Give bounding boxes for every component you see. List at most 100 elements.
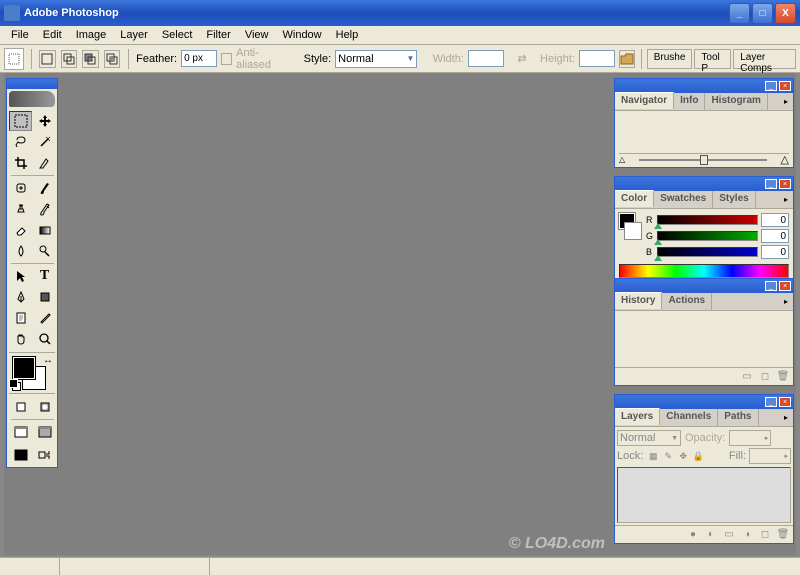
menu-select[interactable]: Select: [155, 27, 200, 43]
dodge-tool[interactable]: [33, 241, 56, 261]
standard-screen-mode-icon[interactable]: [9, 422, 32, 442]
selection-subtract-icon[interactable]: [82, 50, 99, 68]
notes-tool[interactable]: [9, 308, 32, 328]
nav-zoom-slider[interactable]: [639, 159, 766, 161]
palette-titlebar[interactable]: _ ×: [615, 279, 793, 293]
menu-help[interactable]: Help: [329, 27, 366, 43]
r-slider[interactable]: [657, 215, 758, 225]
layers-list[interactable]: [617, 467, 791, 523]
active-tool-preset[interactable]: [4, 48, 24, 70]
menu-edit[interactable]: Edit: [36, 27, 69, 43]
selection-intersect-icon[interactable]: [104, 50, 121, 68]
type-tool[interactable]: T: [33, 266, 56, 286]
tab-navigator[interactable]: Navigator: [615, 92, 674, 109]
healing-brush-tool[interactable]: [9, 178, 32, 198]
menu-view[interactable]: View: [238, 27, 276, 43]
palette-close-icon[interactable]: ×: [779, 179, 791, 189]
clone-stamp-tool[interactable]: [9, 199, 32, 219]
dock-tab-tool-presets[interactable]: Tool P: [694, 49, 731, 69]
palette-minimize-icon[interactable]: _: [765, 281, 777, 291]
blur-tool[interactable]: [9, 241, 32, 261]
selection-new-icon[interactable]: [39, 50, 56, 68]
gradient-tool[interactable]: [33, 220, 56, 240]
color-bg-swatch[interactable]: [625, 223, 641, 239]
menu-image[interactable]: Image: [69, 27, 114, 43]
navigator-preview[interactable]: △ △: [615, 111, 793, 167]
marquee-tool[interactable]: [9, 111, 32, 131]
default-colors-icon[interactable]: [9, 379, 21, 391]
status-info[interactable]: [60, 558, 210, 575]
palette-menu-icon[interactable]: ▸: [779, 293, 793, 310]
tab-paths[interactable]: Paths: [718, 409, 758, 426]
full-screen-mode-icon[interactable]: [9, 445, 32, 465]
zoom-tool[interactable]: [33, 329, 56, 349]
palette-titlebar[interactable]: _ ×: [615, 79, 793, 93]
brush-tool[interactable]: [33, 178, 56, 198]
swap-colors-icon[interactable]: ↔: [43, 355, 53, 366]
menu-file[interactable]: File: [4, 27, 36, 43]
palette-minimize-icon[interactable]: _: [765, 179, 777, 189]
dock-tab-layer-comps[interactable]: Layer Comps: [733, 49, 796, 69]
hand-tool[interactable]: [9, 329, 32, 349]
color-spectrum[interactable]: [619, 264, 789, 278]
menu-layer[interactable]: Layer: [113, 27, 155, 43]
palette-close-icon[interactable]: ×: [779, 81, 791, 91]
menu-window[interactable]: Window: [276, 27, 329, 43]
shape-tool[interactable]: [33, 287, 56, 307]
r-input[interactable]: [761, 213, 789, 227]
resize-grip[interactable]: [784, 558, 800, 574]
adjustment-layer-icon[interactable]: ◑: [739, 528, 755, 542]
file-browser-icon[interactable]: [619, 50, 635, 68]
delete-layer-icon[interactable]: 🗑: [775, 528, 791, 542]
palette-close-icon[interactable]: ×: [779, 281, 791, 291]
nav-zoom-out-icon[interactable]: △: [619, 155, 625, 164]
feather-input[interactable]: [181, 50, 217, 67]
foreground-color-swatch[interactable]: [13, 357, 35, 379]
tab-layers[interactable]: Layers: [615, 408, 660, 425]
palette-minimize-icon[interactable]: _: [765, 81, 777, 91]
palette-menu-icon[interactable]: ▸: [779, 93, 793, 110]
new-set-icon[interactable]: ▭: [721, 528, 737, 542]
lasso-tool[interactable]: [9, 132, 32, 152]
layer-style-icon[interactable]: ●: [685, 528, 701, 542]
new-layer-icon[interactable]: ◻: [757, 528, 773, 542]
dock-tab-brushes[interactable]: Brushe: [647, 49, 693, 69]
history-list[interactable]: [615, 311, 793, 367]
style-select[interactable]: Normal ▼: [335, 50, 417, 68]
delete-state-icon[interactable]: 🗑: [775, 370, 791, 384]
tab-history[interactable]: History: [615, 292, 662, 309]
pen-tool[interactable]: [9, 287, 32, 307]
menu-filter[interactable]: Filter: [199, 27, 237, 43]
standard-mode-icon[interactable]: [9, 397, 32, 417]
selection-add-icon[interactable]: [61, 50, 78, 68]
maximize-button[interactable]: □: [752, 3, 773, 24]
g-slider[interactable]: [657, 231, 758, 241]
history-brush-tool[interactable]: [33, 199, 56, 219]
g-input[interactable]: [761, 229, 789, 243]
palette-titlebar[interactable]: _ ×: [615, 395, 793, 409]
eyedropper-tool[interactable]: [33, 308, 56, 328]
magic-wand-tool[interactable]: [33, 132, 56, 152]
b-input[interactable]: [761, 245, 789, 259]
layer-mask-icon[interactable]: ◐: [703, 528, 719, 542]
slice-tool[interactable]: [33, 153, 56, 173]
tab-channels[interactable]: Channels: [660, 409, 718, 426]
tab-info[interactable]: Info: [674, 93, 705, 110]
jump-to-imageready-icon[interactable]: [32, 445, 55, 465]
minimize-button[interactable]: _: [729, 3, 750, 24]
nav-zoom-in-icon[interactable]: △: [781, 153, 789, 166]
palette-close-icon[interactable]: ×: [779, 397, 791, 407]
tab-color[interactable]: Color: [615, 190, 654, 207]
tab-swatches[interactable]: Swatches: [654, 191, 713, 208]
tab-histogram[interactable]: Histogram: [705, 93, 767, 110]
status-zoom[interactable]: [0, 558, 60, 575]
toolbox-titlebar[interactable]: [7, 79, 57, 89]
crop-tool[interactable]: [9, 153, 32, 173]
full-screen-menubar-mode-icon[interactable]: [33, 422, 56, 442]
quick-mask-mode-icon[interactable]: [33, 397, 56, 417]
new-document-from-state-icon[interactable]: ▭: [739, 370, 755, 384]
close-button[interactable]: X: [775, 3, 796, 24]
palette-menu-icon[interactable]: ▸: [779, 191, 793, 208]
tab-actions[interactable]: Actions: [662, 293, 712, 310]
palette-minimize-icon[interactable]: _: [765, 397, 777, 407]
